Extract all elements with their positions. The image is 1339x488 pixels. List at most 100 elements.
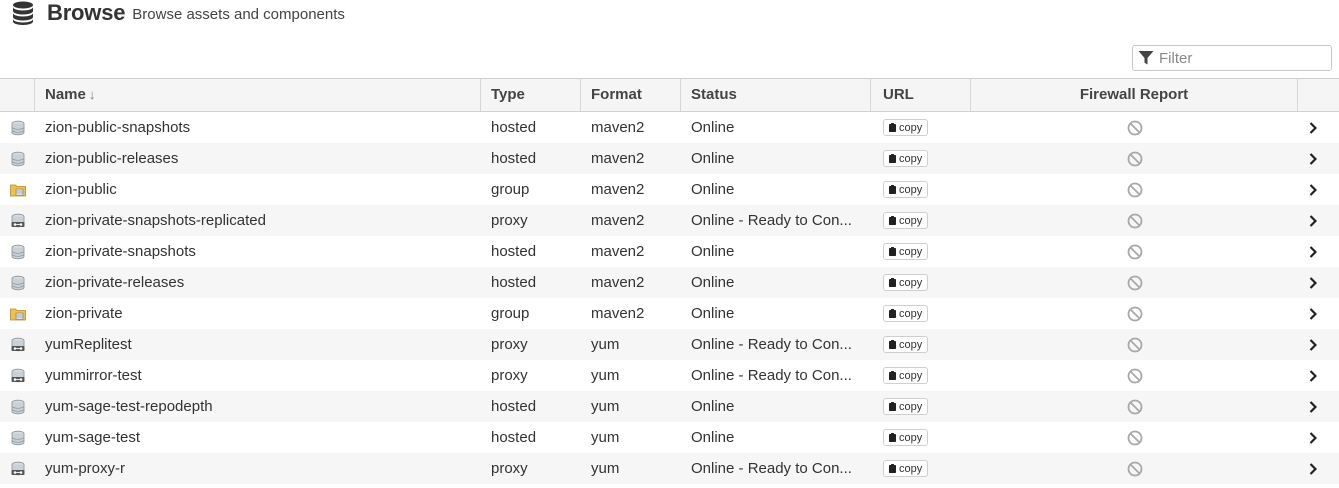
row-detail-link[interactable]	[1298, 276, 1339, 289]
copy-url-button[interactable]: copy	[883, 367, 929, 384]
repo-name: yummirror-test	[45, 367, 142, 384]
chevron-right-icon	[1309, 245, 1317, 258]
row-detail-link[interactable]	[1298, 307, 1339, 320]
repo-name: yumReplitest	[45, 336, 132, 353]
firewall-disabled-icon	[1127, 306, 1142, 321]
page-title: Browse	[47, 0, 126, 25]
copy-url-button[interactable]: copy	[883, 212, 929, 229]
header-icon-column	[0, 79, 35, 111]
repo-name: zion-private-snapshots	[45, 243, 196, 260]
table-row[interactable]: zion-public-snapshots hosted maven2 Online c…	[0, 112, 1339, 143]
table-row[interactable]: yum-proxy-r proxy yum Online - Ready to Con…	[0, 453, 1339, 484]
repo-type: proxy	[491, 336, 528, 353]
url-cell: copy	[871, 274, 971, 291]
repo-format: maven2	[591, 150, 645, 167]
row-detail-link[interactable]	[1298, 431, 1339, 444]
header-firewall-report[interactable]: Firewall Report	[971, 79, 1298, 111]
repo-format: yum	[591, 429, 620, 446]
firewall-report-cell	[971, 151, 1298, 167]
header-format[interactable]: Format	[581, 79, 681, 111]
header-url[interactable]: URL	[871, 79, 971, 111]
row-detail-link[interactable]	[1298, 338, 1339, 351]
table-row[interactable]: zion-private-snapshots hosted maven2 Online…	[0, 236, 1339, 267]
grid-header: Name ↓ Type Format Status URL Firewall Re…	[0, 78, 1339, 112]
group-repository-icon	[0, 182, 35, 198]
row-detail-link[interactable]	[1298, 152, 1339, 165]
proxy-repository-icon	[0, 368, 35, 384]
copy-label: copy	[899, 431, 923, 444]
table-row[interactable]: yumReplitest proxy yum Online - Ready to Co…	[0, 329, 1339, 360]
header-name-label: Name	[45, 86, 86, 103]
repo-name: yum-sage-test-repodepth	[45, 398, 213, 415]
table-row[interactable]: zion-private-snapshots-replicated proxy ma…	[0, 205, 1339, 236]
repo-status: Online - Ready to Con...	[691, 336, 852, 353]
chevron-right-icon	[1309, 214, 1317, 227]
header-type[interactable]: Type	[481, 79, 581, 111]
firewall-report-cell	[971, 275, 1298, 291]
firewall-report-cell	[971, 368, 1298, 384]
repo-type: hosted	[491, 429, 537, 446]
copy-label: copy	[899, 121, 923, 134]
copy-label: copy	[899, 307, 923, 320]
repo-type: group	[491, 181, 530, 198]
copy-url-button[interactable]: copy	[883, 274, 929, 291]
url-cell: copy	[871, 305, 971, 322]
copy-url-button[interactable]: copy	[883, 398, 929, 415]
row-detail-link[interactable]	[1298, 400, 1339, 413]
repo-name: zion-private-releases	[45, 274, 185, 291]
chevron-right-icon	[1309, 462, 1317, 475]
chevron-right-icon	[1309, 183, 1317, 196]
chevron-right-icon	[1309, 431, 1317, 444]
firewall-report-cell	[971, 399, 1298, 415]
copy-url-button[interactable]: copy	[883, 429, 929, 446]
firewall-disabled-icon	[1127, 399, 1142, 414]
firewall-disabled-icon	[1127, 337, 1142, 352]
copy-label: copy	[899, 214, 923, 227]
table-row[interactable]: zion-public group maven2 Online copy	[0, 174, 1339, 205]
repo-status: Online	[691, 305, 735, 322]
filter-box[interactable]	[1132, 45, 1332, 71]
url-cell: copy	[871, 119, 971, 136]
repo-status: Online	[691, 398, 735, 415]
firewall-report-cell	[971, 120, 1298, 136]
copy-url-button[interactable]: copy	[883, 460, 929, 477]
repo-name: yum-sage-test	[45, 429, 141, 446]
copy-url-button[interactable]: copy	[883, 119, 929, 136]
repo-format: maven2	[591, 181, 645, 198]
group-repository-icon	[0, 306, 35, 322]
table-row[interactable]: yum-sage-test-repodepth hosted yum Online co…	[0, 391, 1339, 422]
repo-status: Online - Ready to Con...	[691, 212, 852, 229]
table-row[interactable]: zion-public-releases hosted maven2 Online co…	[0, 143, 1339, 174]
header-status[interactable]: Status	[681, 79, 871, 111]
page-header: Browse Browse assets and components	[12, 0, 345, 26]
header-name[interactable]: Name ↓	[35, 79, 481, 111]
repo-name: zion-public-snapshots	[45, 119, 191, 136]
repo-name: yum-proxy-r	[45, 460, 126, 477]
table-row[interactable]: yummirror-test proxy yum Online - Ready to …	[0, 360, 1339, 391]
hosted-repository-icon	[0, 244, 35, 260]
firewall-report-cell	[971, 306, 1298, 322]
proxy-repository-icon	[0, 337, 35, 353]
copy-url-button[interactable]: copy	[883, 150, 929, 167]
row-detail-link[interactable]	[1298, 183, 1339, 196]
proxy-repository-icon	[0, 461, 35, 477]
clipboard-icon	[889, 371, 896, 380]
hosted-repository-icon	[0, 120, 35, 136]
copy-url-button[interactable]: copy	[883, 243, 929, 260]
row-detail-link[interactable]	[1298, 462, 1339, 475]
filter-input[interactable]	[1159, 49, 1319, 67]
copy-label: copy	[899, 338, 923, 351]
table-row[interactable]: yum-sage-test hosted yum Online copy	[0, 422, 1339, 453]
table-row[interactable]: zion-private group maven2 Online copy	[0, 298, 1339, 329]
row-detail-link[interactable]	[1298, 214, 1339, 227]
copy-url-button[interactable]: copy	[883, 336, 929, 353]
firewall-report-cell	[971, 461, 1298, 477]
copy-url-button[interactable]: copy	[883, 181, 929, 198]
table-row[interactable]: zion-private-releases hosted maven2 Online c…	[0, 267, 1339, 298]
url-cell: copy	[871, 367, 971, 384]
repo-type: hosted	[491, 398, 537, 415]
row-detail-link[interactable]	[1298, 121, 1339, 134]
row-detail-link[interactable]	[1298, 245, 1339, 258]
row-detail-link[interactable]	[1298, 369, 1339, 382]
copy-url-button[interactable]: copy	[883, 305, 929, 322]
